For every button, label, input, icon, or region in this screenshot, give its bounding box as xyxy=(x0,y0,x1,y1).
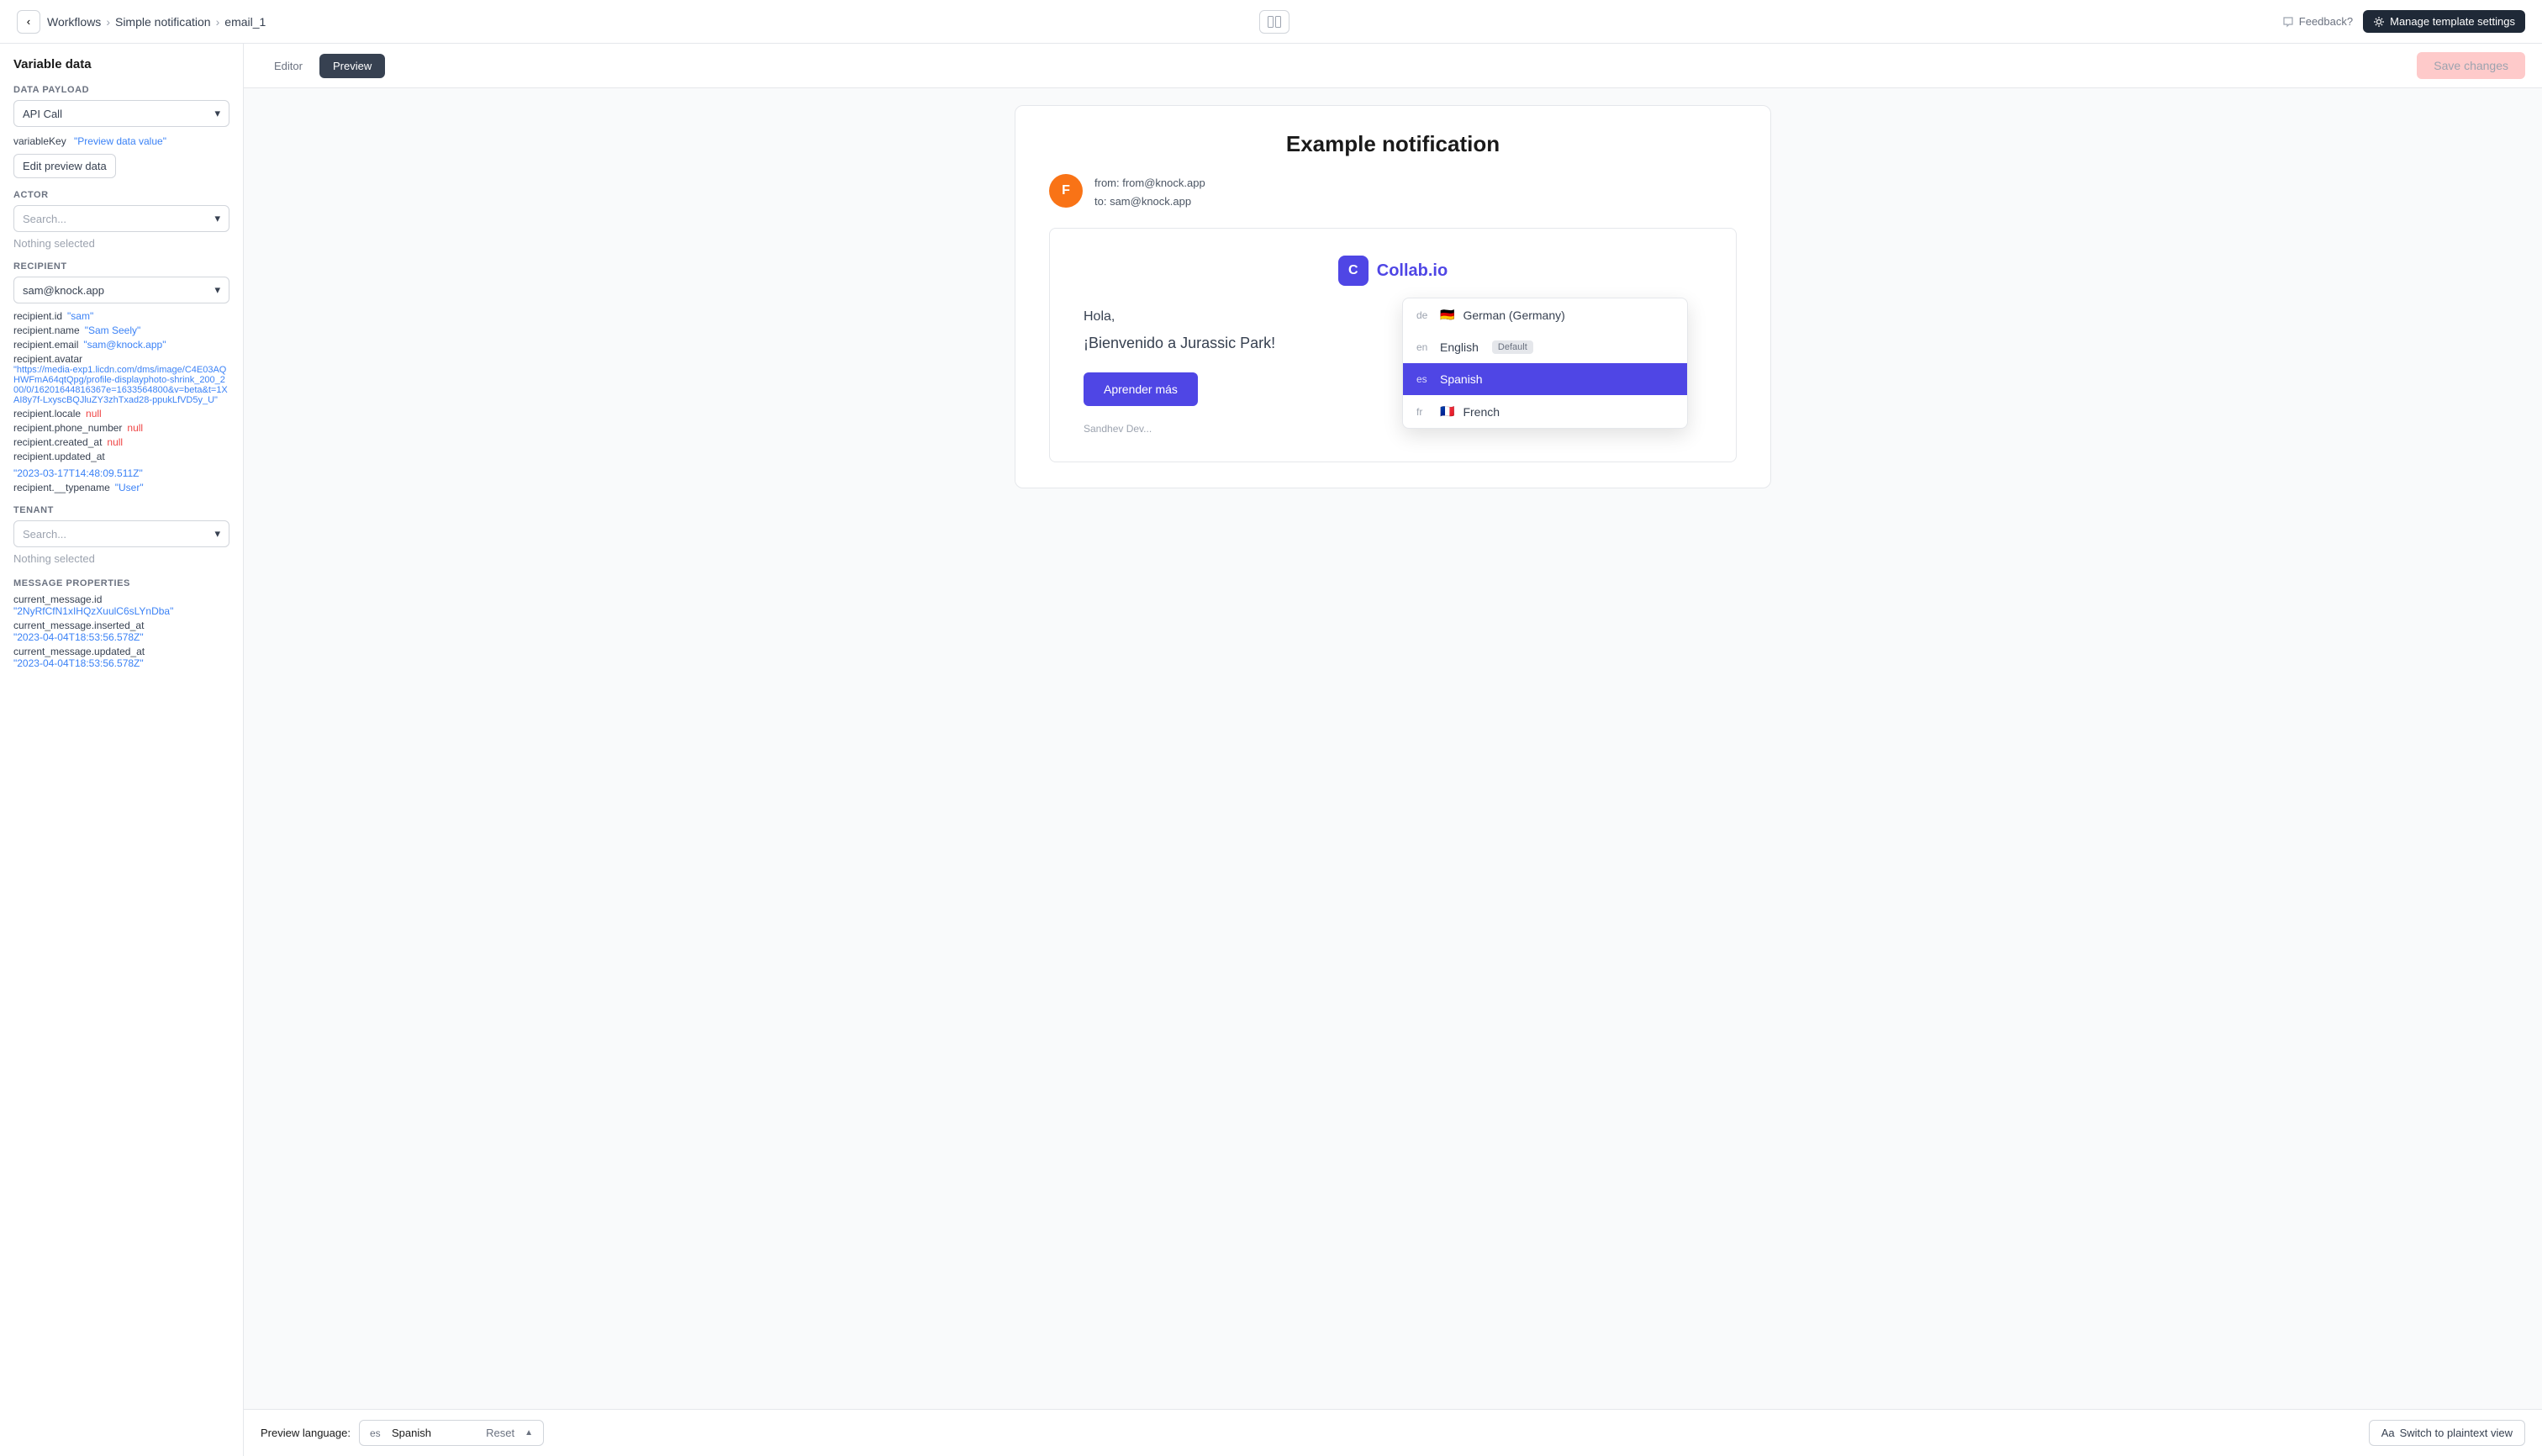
topnav-left: ‹ Workflows › Simple notification › emai… xyxy=(17,10,266,34)
tab-preview[interactable]: Preview xyxy=(319,54,385,78)
tenant-label: TENANT xyxy=(13,505,229,515)
tenant-select[interactable]: Search... ▾ xyxy=(13,520,229,547)
tabs: Editor Preview xyxy=(261,54,385,78)
preview-card: Example notification F from: from@knock.… xyxy=(1015,105,1771,488)
actor-select[interactable]: Search... ▾ xyxy=(13,205,229,232)
preview-language-label: Preview language: xyxy=(261,1427,351,1439)
msg-id-val: "2NyRfCfN1xIHQzXuulC6sLYnDba" xyxy=(13,605,229,617)
recipient-created-key: recipient.created_at xyxy=(13,436,102,448)
dropdown-item-es[interactable]: es Spanish xyxy=(1403,363,1687,395)
switch-label: Switch to plaintext view xyxy=(2400,1427,2513,1439)
tenant-nothing-selected: Nothing selected xyxy=(13,552,229,565)
switch-plaintext-button[interactable]: Aa Switch to plaintext view xyxy=(2369,1420,2525,1446)
recipient-typename-val: "User" xyxy=(115,482,144,493)
cta-button[interactable]: Aprender más xyxy=(1084,372,1198,406)
data-payload-select[interactable]: API Call ▾ xyxy=(13,100,229,127)
reset-link[interactable]: Reset xyxy=(486,1427,514,1439)
chevron-up-icon: ▲ xyxy=(525,1428,533,1438)
from-to-text: from: from@knock.app to: sam@knock.app xyxy=(1094,174,1205,211)
back-button[interactable]: ‹ xyxy=(17,10,40,34)
from-address: from: from@knock.app xyxy=(1094,174,1205,193)
variable-key-row: variableKey "Preview data value" xyxy=(13,135,229,147)
msg-inserted-key: current_message.inserted_at xyxy=(13,620,229,631)
message-props-label: MESSAGE PROPERTIES xyxy=(13,578,229,588)
msg-inserted-val: "2023-04-04T18:53:56.578Z" xyxy=(13,631,229,643)
recipient-id-val: "sam" xyxy=(67,310,93,322)
main-layout: Variable data DATA PAYLOAD API Call ▾ va… xyxy=(0,44,2542,1456)
language-dropdown: de 🇩🇪 German (Germany) en English Defaul… xyxy=(1402,298,1688,429)
recipient-created-val: null xyxy=(107,436,123,448)
recipient-id-key: recipient.id xyxy=(13,310,62,322)
breadcrumb-workflows[interactable]: Workflows xyxy=(47,15,101,29)
layout-toggle-btn[interactable] xyxy=(1259,10,1289,34)
recipient-data: recipient.id "sam" recipient.name "Sam See… xyxy=(13,310,229,493)
breadcrumb: Workflows › Simple notification › email_… xyxy=(47,15,266,29)
message-props-data: current_message.id"2NyRfCfN1xIHQzXuulC6s… xyxy=(13,593,229,669)
variable-key-value: "Preview data value" xyxy=(74,135,166,147)
dropdown-item-fr[interactable]: fr 🇫🇷 French xyxy=(1403,395,1687,428)
feedback-button[interactable]: Feedback? xyxy=(2282,15,2353,28)
language-select-box[interactable]: es Spanish Reset ▲ xyxy=(359,1420,544,1446)
actor-nothing-selected: Nothing selected xyxy=(13,237,229,250)
topnav-right: Feedback? Manage template settings xyxy=(2282,10,2525,33)
breadcrumb-sep-2: › xyxy=(216,15,220,29)
msg-updated-val: "2023-04-04T18:53:56.578Z" xyxy=(13,657,229,669)
save-changes-button[interactable]: Save changes xyxy=(2417,52,2525,79)
recipient-phone-key: recipient.phone_number xyxy=(13,422,122,434)
recipient-locale-val: null xyxy=(86,408,102,419)
dropdown-item-en[interactable]: en English Default xyxy=(1403,331,1687,363)
recipient-email-val: "sam@knock.app" xyxy=(83,339,166,351)
recipient-typename-key: recipient.__typename xyxy=(13,482,110,493)
sidebar-title: Variable data xyxy=(13,57,229,71)
language-bar: Preview language: es Spanish Reset ▲ Aa … xyxy=(244,1409,2542,1456)
data-payload-label: DATA PAYLOAD xyxy=(13,85,229,95)
notification-title: Example notification xyxy=(1049,131,1737,157)
tab-bar: Editor Preview Save changes xyxy=(244,44,2542,88)
breadcrumb-simple-notification[interactable]: Simple notification xyxy=(115,15,211,29)
to-address: to: sam@knock.app xyxy=(1094,193,1205,211)
msg-id-key: current_message.id xyxy=(13,593,229,605)
lang-selector: Preview language: es Spanish Reset ▲ xyxy=(261,1420,544,1446)
sidebar: Variable data DATA PAYLOAD API Call ▾ va… xyxy=(0,44,244,1456)
collab-name: Collab.io xyxy=(1377,261,1448,281)
default-badge: Default xyxy=(1492,340,1533,354)
msg-updated-key: current_message.updated_at xyxy=(13,646,229,657)
breadcrumb-sep-1: › xyxy=(106,15,110,29)
recipient-updated-val: "2023-03-17T14:48:09.511Z" xyxy=(13,467,143,479)
recipient-avatar-key: recipient.avatar xyxy=(13,353,229,365)
manage-template-label: Manage template settings xyxy=(2390,15,2515,28)
avatar: F xyxy=(1049,174,1083,208)
manage-template-button[interactable]: Manage template settings xyxy=(2363,10,2525,33)
edit-preview-button[interactable]: Edit preview data xyxy=(13,154,116,178)
feedback-label: Feedback? xyxy=(2299,15,2353,28)
recipient-name-key: recipient.name xyxy=(13,324,80,336)
recipient-avatar-val: "https://media-exp1.licdn.com/dms/image/… xyxy=(13,365,229,405)
recipient-locale-key: recipient.locale xyxy=(13,408,81,419)
recipient-name-val: "Sam Seely" xyxy=(85,324,141,336)
actor-label: ACTOR xyxy=(13,190,229,200)
topnav: ‹ Workflows › Simple notification › emai… xyxy=(0,0,2542,44)
recipient-phone-val: null xyxy=(127,422,143,434)
collab-header: C Collab.io xyxy=(1084,256,1702,286)
recipient-select[interactable]: sam@knock.app ▾ xyxy=(13,277,229,303)
content-area: Editor Preview Save changes Example noti… xyxy=(244,44,2542,1456)
switch-prefix: Aa xyxy=(2381,1427,2395,1439)
tab-editor[interactable]: Editor xyxy=(261,54,316,78)
from-to-block: F from: from@knock.app to: sam@knock.app xyxy=(1049,174,1737,211)
breadcrumb-email1[interactable]: email_1 xyxy=(224,15,266,29)
recipient-email-key: recipient.email xyxy=(13,339,78,351)
dropdown-item-de[interactable]: de 🇩🇪 German (Germany) xyxy=(1403,298,1687,331)
recipient-updated-key: recipient.updated_at xyxy=(13,451,105,462)
lang-name-display: Spanish xyxy=(392,1427,431,1439)
preview-scroll: Example notification F from: from@knock.… xyxy=(244,88,2542,1409)
lang-code-display: es xyxy=(370,1427,385,1439)
recipient-label: RECIPIENT xyxy=(13,261,229,272)
variable-key-label: variableKey xyxy=(13,135,66,147)
collab-icon: C xyxy=(1338,256,1369,286)
